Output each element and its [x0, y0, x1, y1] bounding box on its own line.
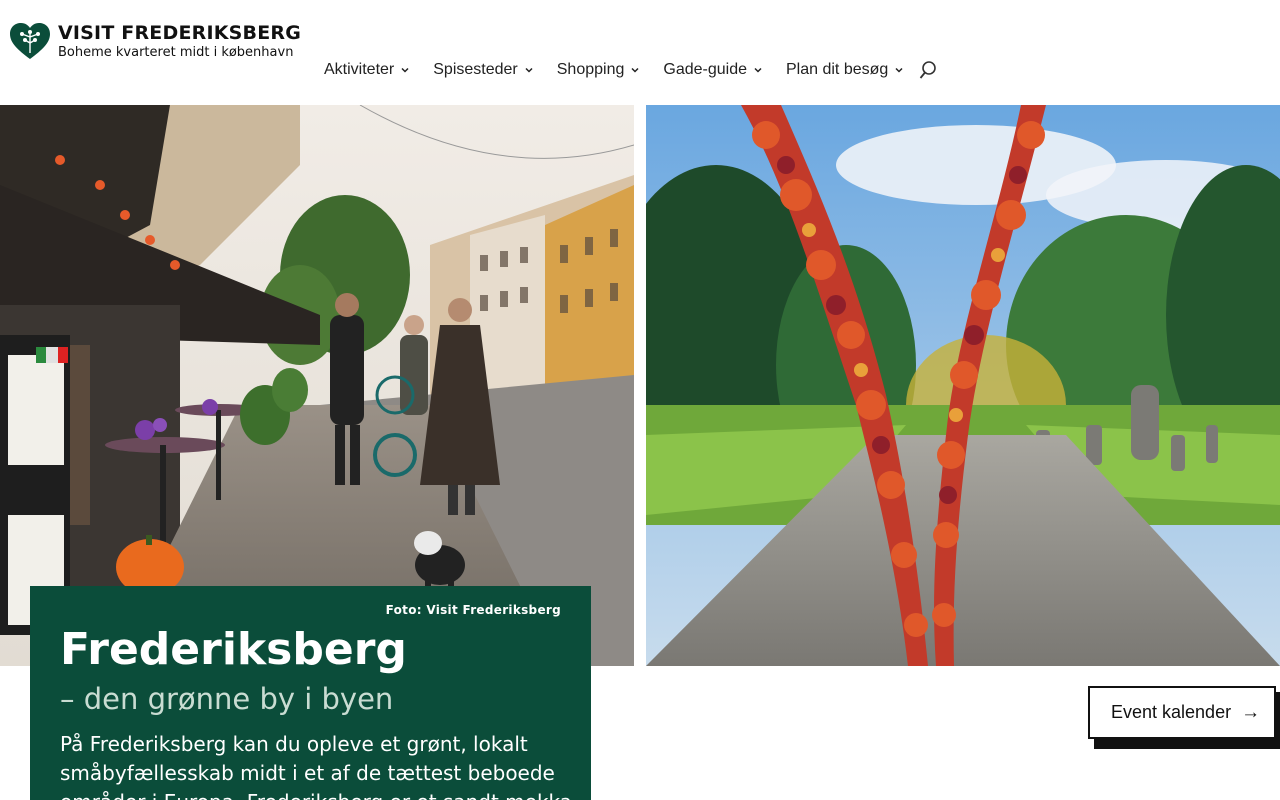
- event-calendar-label: Event kalender: [1111, 702, 1232, 722]
- nav-item-aktiviteter[interactable]: Aktiviteter: [324, 61, 410, 79]
- nav-label: Spisesteder: [433, 61, 518, 78]
- nav-item-gade-guide[interactable]: Gade-guide: [663, 61, 763, 79]
- heart-tree-logo-icon: [10, 23, 50, 59]
- logo-subtitle: Boheme kvarteret midt i københavn: [58, 44, 294, 60]
- nav-label: Gade-guide: [663, 61, 747, 78]
- nav-label: Shopping: [556, 61, 625, 78]
- street-cafe-photo: [0, 105, 634, 666]
- chevron-down-icon: [401, 67, 409, 73]
- chevron-down-icon: [631, 67, 639, 73]
- page-subtitle: – den grønne by i byen: [60, 682, 394, 716]
- nav-item-spisesteder[interactable]: Spisesteder: [433, 61, 534, 79]
- intro-text: På Frederiksberg kan du opleve et grønt,…: [60, 732, 572, 800]
- chevron-down-icon: [525, 67, 533, 73]
- site-logo[interactable]: VISIT FREDERIKSBERG Boheme kvarteret mid…: [8, 20, 302, 62]
- nav-item-shopping[interactable]: Shopping: [557, 61, 641, 79]
- nav-label: Plan dit besøg: [786, 61, 889, 78]
- search-icon[interactable]: [919, 60, 937, 80]
- nav-label: Aktiviteter: [324, 61, 395, 78]
- site-header: VISIT FREDERIKSBERG Boheme kvarteret mid…: [0, 0, 1280, 105]
- arrow-right-icon: →: [1241, 701, 1261, 723]
- event-calendar-button[interactable]: Event kalender →: [1088, 686, 1276, 739]
- chevron-down-icon: [754, 67, 762, 73]
- main-navigation: Aktiviteter Spisesteder Shopping Gade-gu…: [324, 58, 937, 82]
- logo-title: VISIT FREDERIKSBERG: [58, 21, 302, 44]
- intro-card: Foto: Visit Frederiksberg Frederiksberg …: [30, 586, 591, 800]
- photo-credit: Foto: Visit Frederiksberg: [385, 603, 561, 617]
- nav-item-plan-dit-besoeg[interactable]: Plan dit besøg: [786, 61, 904, 79]
- page-title: Frederiksberg: [60, 624, 407, 675]
- chevron-down-icon: [895, 67, 903, 73]
- event-calendar-button-wrap: Event kalender →: [1088, 686, 1280, 749]
- autumn-vine-park-photo: [646, 105, 1280, 666]
